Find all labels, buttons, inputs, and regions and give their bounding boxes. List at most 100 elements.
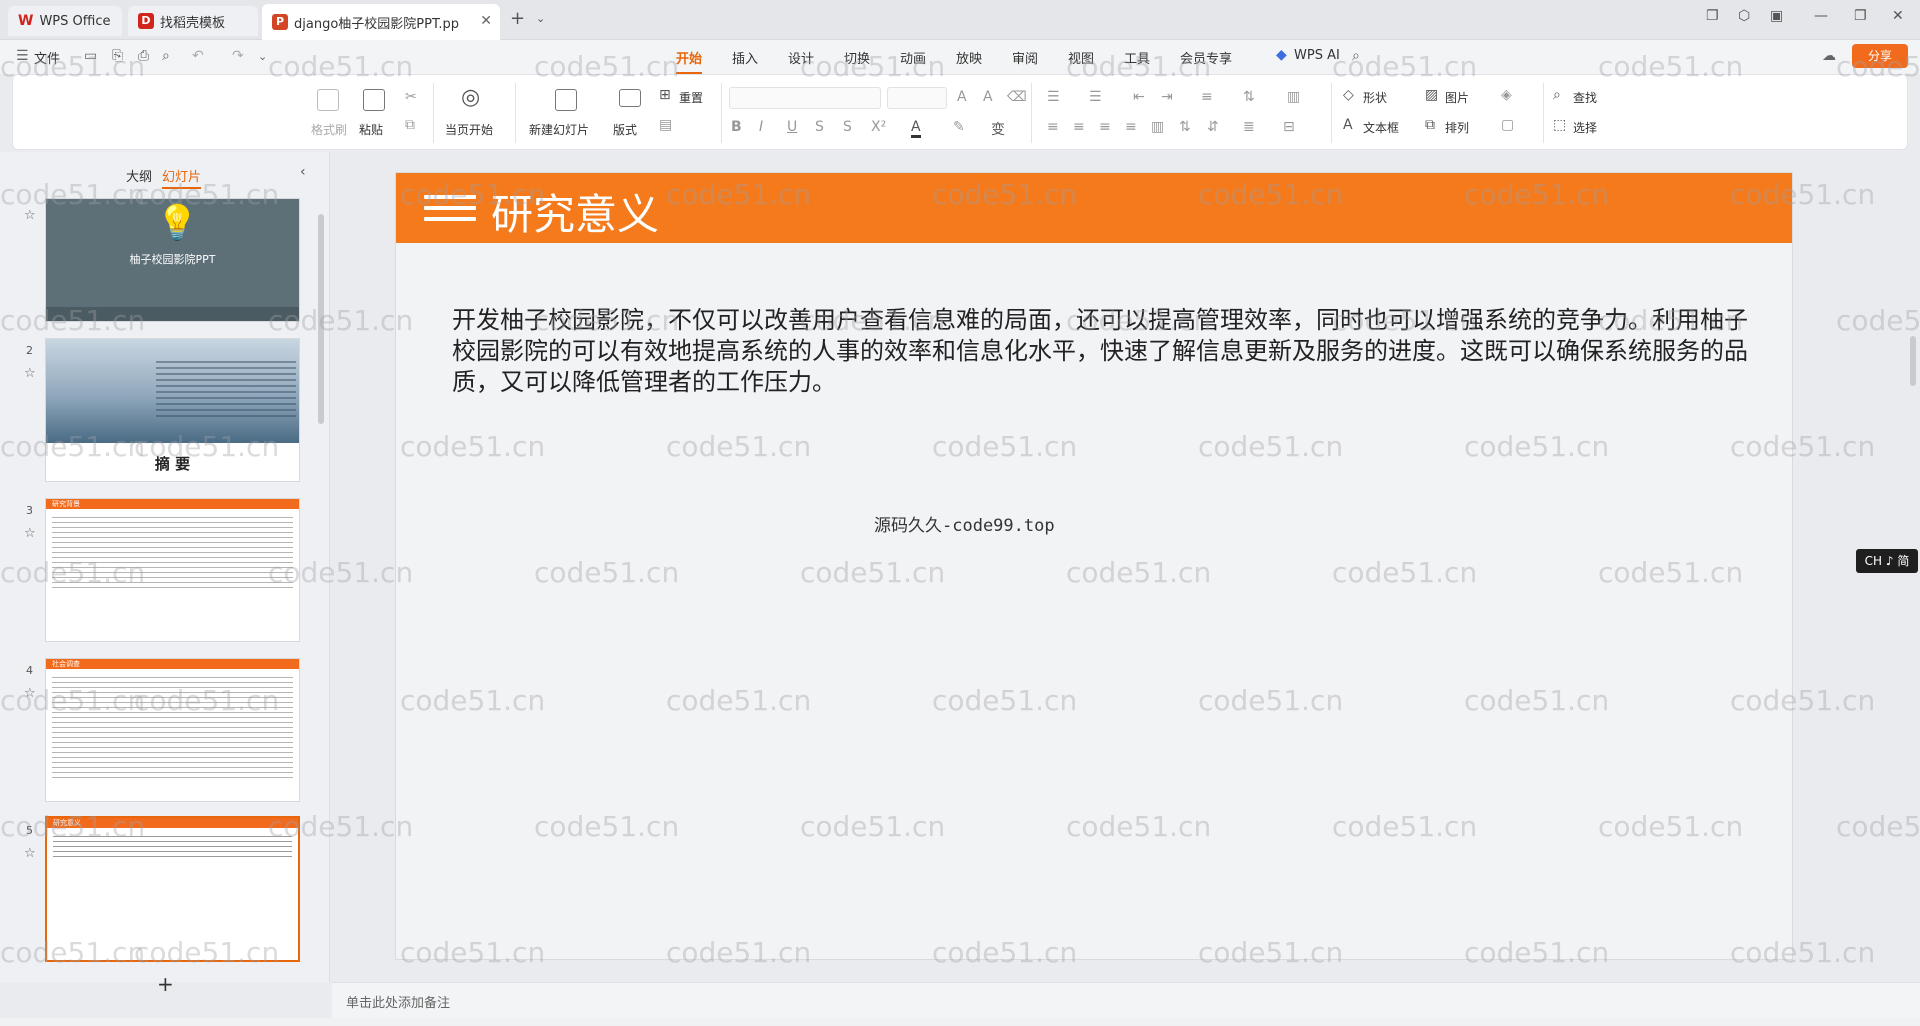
outline-icon[interactable]: ▢ [1501,117,1514,133]
vertical-align-icon[interactable]: ⇅ [1179,119,1191,135]
menu-design[interactable]: 设计 [788,48,814,67]
star-icon[interactable]: ☆ [24,846,36,861]
menu-transition[interactable]: 切换 [844,48,870,67]
align-center-icon[interactable]: ≡ [1073,119,1085,135]
menu-review[interactable]: 审阅 [1012,48,1038,67]
new-slide-button[interactable]: 新建幻灯片 [529,121,589,138]
slide-thumb-5[interactable]: 研究意义 [45,816,300,962]
underline-icon[interactable]: U [787,119,797,135]
decrease-font-icon[interactable]: A [983,89,993,105]
increase-font-icon[interactable]: A [957,89,967,105]
cube-icon[interactable]: ⬡ [1738,8,1750,24]
shadow-icon[interactable]: S [843,119,852,135]
star-icon[interactable]: ☆ [24,208,36,223]
redo-icon[interactable]: ↷ [232,48,244,64]
ime-indicator[interactable]: CH ♪ 简 [1856,549,1918,573]
tab-list-icon[interactable]: ⌄ [536,12,545,25]
picture-button[interactable]: 图片 [1445,89,1469,106]
smart-art-icon[interactable]: ⊟ [1283,119,1295,135]
phonetic-icon[interactable]: 变 [991,119,1005,139]
format-painter-button[interactable]: 格式刷 [311,121,347,138]
slide-thumb-1[interactable]: 💡 柚子校园影院PPT [45,198,300,322]
share-button[interactable]: 分享 [1852,44,1908,68]
line-spacing-options-icon[interactable]: ≣ [1243,119,1255,135]
more-icon[interactable]: ⌄ [258,50,267,63]
reset-button[interactable]: 重置 [679,89,703,106]
italic-icon[interactable]: I [759,119,763,135]
tab-outline[interactable]: 大纲 [126,166,152,185]
close-tab-icon[interactable]: ✕ [480,13,492,29]
menu-member[interactable]: 会员专享 [1180,48,1232,67]
fill-icon[interactable]: ◈ [1501,87,1512,103]
tab-template[interactable]: D 找稻壳模板 [128,6,258,36]
wps-ai-button[interactable]: WPS AI [1294,48,1340,63]
numbering-icon[interactable]: ☰ [1089,89,1102,105]
menu-slideshow[interactable]: 放映 [956,48,982,67]
highlight-icon[interactable]: ✎ [953,119,965,135]
font-color-icon[interactable]: A [911,119,921,138]
arrange-button[interactable]: 排列 [1445,119,1469,136]
columns-icon[interactable]: ▥ [1287,89,1300,105]
decrease-indent-icon[interactable]: ⇤ [1133,89,1145,105]
select-button[interactable]: 选择 [1573,119,1597,136]
menu-icon[interactable]: ☰ [16,48,29,64]
shape-button[interactable]: 形状 [1363,89,1387,106]
strikethrough-icon[interactable]: S [815,119,824,135]
font-size-select[interactable] [887,87,947,109]
bold-icon[interactable]: B [731,119,742,135]
menu-insert[interactable]: 插入 [732,48,758,67]
cut-icon[interactable]: ✂ [405,89,417,105]
menu-home[interactable]: 开始 [676,48,703,74]
notes-pane[interactable]: 单击此处添加备注 [332,982,1920,1018]
menu-animation[interactable]: 动画 [900,48,926,67]
clear-format-icon[interactable]: ⌫ [1007,89,1027,105]
para-spacing-icon[interactable]: ⇵ [1207,119,1219,135]
add-slide-icon[interactable]: + [157,972,174,996]
star-icon[interactable]: ☆ [24,686,36,701]
restore-icon[interactable]: ❐ [1854,8,1867,24]
justify-icon[interactable]: ≡ [1125,119,1137,135]
cloud-icon[interactable]: ☁ [1822,48,1836,64]
font-family-select[interactable] [729,87,881,109]
line-spacing-icon[interactable]: ≡ [1201,89,1213,105]
align-left-icon[interactable]: ≡ [1047,119,1059,135]
tab-document[interactable]: P django柚子校园影院PPT.pp ✕ [262,4,500,40]
close-window-icon[interactable]: ✕ [1892,8,1904,24]
new-tab-icon[interactable]: + [510,8,525,29]
tab-slides[interactable]: 幻灯片 [162,166,202,189]
copy-icon[interactable]: ⧉ [405,117,415,133]
find-button[interactable]: 查找 [1573,89,1597,106]
increase-indent-icon[interactable]: ⇥ [1161,89,1173,105]
slide-body-text[interactable]: 开发柚子校园影院，不仅可以改善用户查看信息难的局面，还可以提高管理效率，同时也可… [452,305,1762,398]
menu-view[interactable]: 视图 [1068,48,1094,67]
save-icon[interactable]: ▭ [84,48,97,64]
layout-button[interactable]: 版式 [613,121,637,138]
paste-button[interactable]: 粘贴 [359,121,383,138]
print-preview-icon[interactable]: ⌕ [162,48,170,64]
bullets-icon[interactable]: ☰ [1047,89,1060,105]
collapse-panel-icon[interactable]: ‹ [300,164,306,180]
menu-tools[interactable]: 工具 [1124,48,1150,67]
star-icon[interactable]: ☆ [24,526,36,541]
slide-thumb-2[interactable]: 摘 要 [45,338,300,482]
section-icon[interactable]: ▤ [659,117,672,133]
print-icon[interactable]: ⎙ [138,48,149,64]
align-right-icon[interactable]: ≡ [1099,119,1111,135]
tab-wps-office[interactable]: W WPS Office [8,6,122,36]
window-layout-icon[interactable]: ❐ [1706,8,1719,24]
textbox-button[interactable]: 文本框 [1363,119,1399,136]
distribute-icon[interactable]: ▥ [1151,119,1164,135]
scroll-thumb[interactable] [1910,336,1916,386]
play-from-current-button[interactable]: 当页开始 [445,121,493,138]
file-menu[interactable]: 文件 [34,48,60,67]
slide-thumb-3[interactable]: 研究背景 [45,498,300,642]
search-icon[interactable]: ⌕ [1352,48,1360,64]
text-direction-icon[interactable]: ⇅ [1243,89,1255,105]
minimize-icon[interactable]: — [1814,8,1828,24]
avatar[interactable]: ▣ [1770,8,1783,24]
superscript-icon[interactable]: X² [871,119,886,135]
thumbnail-scrollbar[interactable] [318,214,324,424]
slide-title[interactable]: 研究意义 [491,181,659,242]
slide-thumb-4[interactable]: 社会调查 [45,658,300,802]
star-icon[interactable]: ☆ [24,366,36,381]
